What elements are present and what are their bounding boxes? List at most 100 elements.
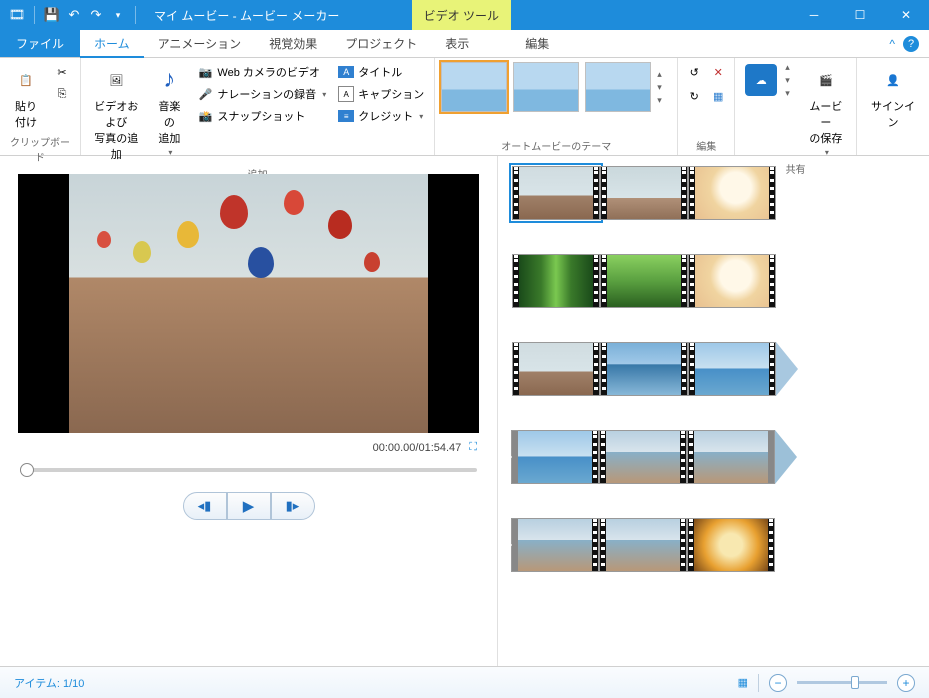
tab-animation[interactable]: アニメーション	[144, 30, 256, 57]
add-media-button[interactable]: 🖼 ビデオおよび 写真の追加	[87, 62, 145, 164]
context-tab-label: ビデオ ツール	[412, 0, 511, 30]
theme-thumb[interactable]	[585, 62, 651, 112]
timeline-clip[interactable]	[688, 342, 776, 396]
add-music-button[interactable]: ♪ 音楽の 追加 ▾	[149, 62, 189, 159]
tab-file[interactable]: ファイル	[0, 30, 80, 57]
timeline-clip[interactable]	[600, 166, 688, 220]
preview-monitor	[18, 174, 479, 433]
narration-button[interactable]: 🎤ナレーションの録音▾	[193, 84, 330, 104]
select-all-button[interactable]: ▦	[708, 86, 728, 106]
timeline-continuation-arrow	[498, 518, 512, 572]
titlebar: 🎞 💾 ↶ ↷ ▾ マイ ムービー - ムービー メーカー ビデオ ツール ─ …	[0, 0, 929, 30]
timeline-clip[interactable]	[687, 430, 775, 484]
preview-frame	[69, 174, 429, 433]
seek-thumb[interactable]	[20, 463, 34, 477]
app-icon: 🎞	[8, 6, 26, 24]
music-note-icon: ♪	[153, 64, 185, 96]
webcam-button[interactable]: 📷Web カメラのビデオ	[193, 62, 330, 82]
caption-button[interactable]: Aキャプション	[334, 84, 428, 104]
ribbon-group-signin: 👤 サインイン	[857, 58, 929, 155]
zoom-handle[interactable]	[851, 676, 859, 689]
film-save-icon: 🎬	[810, 64, 842, 96]
timeline-continuation-arrow	[775, 430, 797, 484]
timeline-row	[512, 518, 915, 572]
zoom-slider[interactable]	[797, 681, 887, 684]
user-icon: 👤	[877, 64, 909, 96]
share-gallery-more[interactable]: ▴▾▾	[785, 62, 798, 99]
paste-button[interactable]: 📋 貼り 付け	[6, 62, 46, 132]
group-label-themes: オートムービーのテーマ	[441, 136, 671, 153]
thumbnail-view-icon[interactable]: ▦	[738, 676, 748, 689]
timeline-clip[interactable]	[511, 518, 599, 572]
ribbon-group-add: 🖼 ビデオおよび 写真の追加 ♪ 音楽の 追加 ▾ 📷Web カメラのビデオ 🎤…	[81, 58, 435, 155]
scissors-icon: ✂	[54, 64, 70, 80]
theme-thumb[interactable]	[513, 62, 579, 112]
timeline-clip[interactable]	[688, 166, 776, 220]
timeline-clip[interactable]	[600, 342, 688, 396]
tab-project[interactable]: プロジェクト	[331, 30, 431, 57]
snapshot-button[interactable]: 📸スナップショット	[193, 106, 330, 126]
window-title: マイ ムービー - ムービー メーカー	[148, 7, 412, 24]
copy-button[interactable]: ⎘	[50, 84, 74, 104]
ribbon-group-share: ☁ ▴▾▾ 🎬 ムービー の保存 ▾ 共有	[735, 58, 857, 155]
tab-view[interactable]: 表示	[431, 30, 483, 57]
fullscreen-icon[interactable]: ⛶	[469, 441, 477, 454]
save-icon[interactable]: 💾	[43, 6, 61, 24]
zoom-out-button[interactable]: −	[769, 674, 787, 692]
workspace: 00:00.00/01:54.47 ⛶ ◂▮ ▶ ▮▸	[0, 156, 929, 666]
qat-customize-icon[interactable]: ▾	[109, 6, 127, 24]
cut-button[interactable]: ✂	[50, 62, 74, 82]
title-button[interactable]: Aタイトル	[334, 62, 428, 82]
timeline-clip[interactable]	[512, 342, 600, 396]
undo-icon[interactable]: ↶	[65, 6, 83, 24]
timeline-clip[interactable]	[512, 166, 600, 220]
rotate-left-button[interactable]: ↺	[684, 62, 704, 82]
ribbon-group-clipboard: 📋 貼り 付け ✂ ⎘ クリップボード	[0, 58, 81, 155]
minimize-button[interactable]: ─	[791, 0, 837, 30]
timeline-clip[interactable]	[688, 254, 776, 308]
copy-icon: ⎘	[54, 86, 70, 102]
theme-thumb[interactable]	[441, 62, 507, 112]
timeline-clip[interactable]	[600, 254, 688, 308]
seek-slider[interactable]	[20, 468, 477, 472]
playback-controls: ◂▮ ▶ ▮▸	[18, 492, 479, 520]
ribbon-group-themes: ▴▾▾ オートムービーのテーマ	[435, 58, 678, 155]
timeline-clip[interactable]	[512, 254, 600, 308]
signin-button[interactable]: 👤 サインイン	[863, 62, 923, 132]
redo-icon[interactable]: ↷	[87, 6, 105, 24]
close-button[interactable]: ✕	[883, 0, 929, 30]
cloud-icon: ☁	[745, 64, 777, 96]
ribbon: 📋 貼り 付け ✂ ⎘ クリップボード 🖼 ビデオおよび 写真の追加 ♪ 音楽の…	[0, 58, 929, 156]
clipboard-icon: 📋	[10, 64, 42, 96]
help-icon[interactable]: ?	[903, 36, 919, 52]
zoom-in-button[interactable]: +	[897, 674, 915, 692]
timeline-clip[interactable]	[599, 518, 687, 572]
timeline-clip[interactable]	[687, 518, 775, 572]
quick-access-toolbar: 🎞 💾 ↶ ↷ ▾	[0, 6, 148, 24]
photo-video-icon: 🖼	[100, 64, 132, 96]
credits-button[interactable]: ≡クレジット▾	[334, 106, 428, 126]
ribbon-tabs: ファイル ホーム アニメーション 視覚効果 プロジェクト 表示 編集 ^ ?	[0, 30, 929, 58]
timeline-pane[interactable]	[498, 156, 929, 666]
collapse-ribbon-icon[interactable]: ^	[889, 37, 895, 51]
play-button[interactable]: ▶	[227, 492, 271, 520]
timeline-clip[interactable]	[599, 430, 687, 484]
onedrive-button[interactable]: ☁	[741, 62, 781, 98]
tab-edit[interactable]: 編集	[511, 30, 563, 57]
save-movie-button[interactable]: 🎬 ムービー の保存 ▾	[802, 62, 850, 159]
group-label-edit: 編集	[684, 136, 728, 153]
microphone-icon: 🎤	[197, 86, 213, 102]
tab-home[interactable]: ホーム	[80, 30, 144, 57]
delete-button[interactable]: ✕	[708, 62, 728, 82]
timeline-continuation-arrow	[498, 430, 512, 484]
status-items: アイテム: 1/10	[14, 675, 84, 691]
theme-gallery-more[interactable]: ▴▾▾	[657, 69, 671, 106]
next-frame-button[interactable]: ▮▸	[271, 492, 315, 520]
rotate-right-button[interactable]: ↻	[684, 86, 704, 106]
maximize-button[interactable]: ☐	[837, 0, 883, 30]
timeline-row	[512, 342, 915, 396]
timeline-clip[interactable]	[511, 430, 599, 484]
prev-frame-button[interactable]: ◂▮	[183, 492, 227, 520]
preview-pane: 00:00.00/01:54.47 ⛶ ◂▮ ▶ ▮▸	[0, 156, 498, 666]
tab-visual-effects[interactable]: 視覚効果	[255, 30, 331, 57]
